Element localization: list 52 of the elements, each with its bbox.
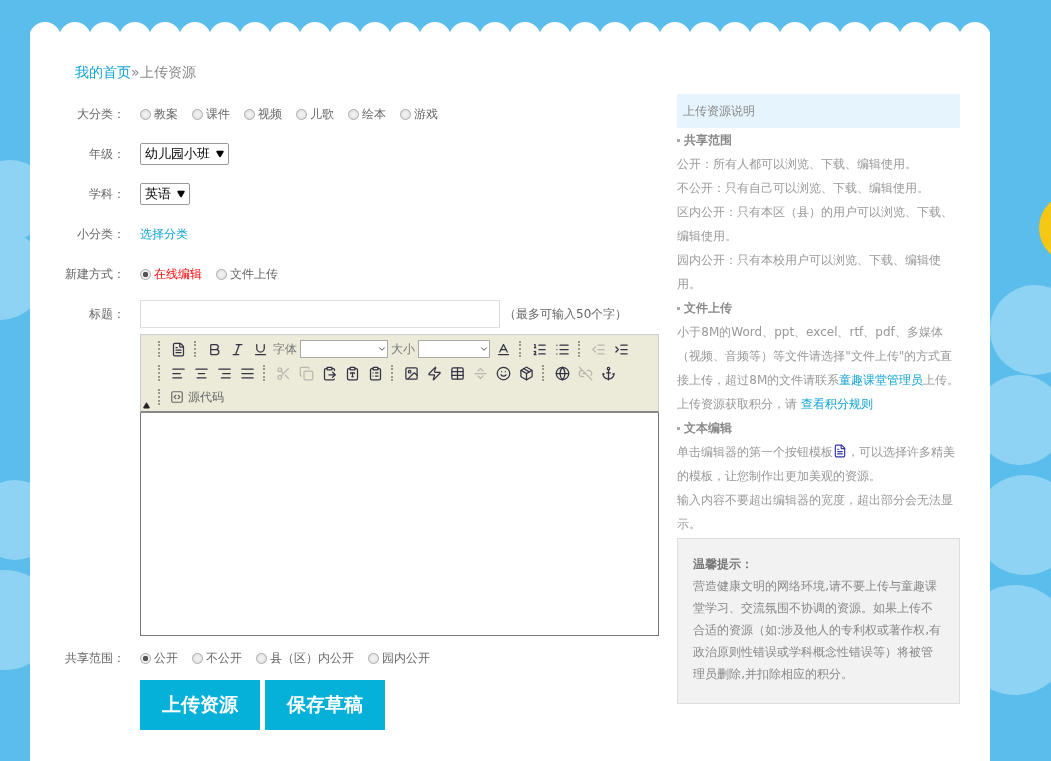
section-heading: 文件上传: [684, 301, 733, 315]
info-text: 区内公开：只有本区（县）的用户可以浏览、下载、编辑使用。: [677, 204, 955, 245]
caret-icon: [377, 344, 387, 354]
radio-option[interactable]: 不公开: [192, 649, 242, 667]
radio-option[interactable]: 公开: [140, 649, 178, 667]
caret-icon: [216, 150, 224, 158]
template-icon: [833, 444, 848, 458]
radio-option[interactable]: 儿歌: [296, 105, 334, 123]
radio-option[interactable]: 绘本: [348, 105, 386, 123]
radio-option[interactable]: 课件: [192, 105, 230, 123]
title-hint: （最多可输入50个字）: [504, 305, 628, 323]
radio-option[interactable]: 视频: [244, 105, 282, 123]
info-text: 单击编辑器的第一个按钮模板 ，可以选择许多精美的模板，让您制作出更加美观的资源。: [677, 443, 957, 485]
tip-text: 营造健康文明的网络环境,请不要上传与童趣课堂学习、交流氛围不协调的资源。如果上传不合适的资源（如:涉及他人的专利权或著作权,有政治原则性错误或学科概念性错误等）将被管理员删除,并扣除相应的积分。: [693, 578, 943, 683]
info-text: 园内公开：只有本校用户可以浏览、下载、编辑使用。: [677, 252, 943, 293]
field-label: 年级：: [88, 145, 126, 163]
radio-option[interactable]: 教案: [140, 105, 178, 123]
size-label: 大小: [391, 340, 415, 358]
bullet-icon: [677, 307, 681, 310]
info-text: 小于8M的Word、ppt、excel、rtf、pdf、多媒体（视频、音频等）等文件请选择"文件上传"的方式直接上传，超过8M的文件请联系童趣课堂管理员上传。: [677, 324, 960, 389]
info-text: 输入内容不要超出编辑器的宽度，超出部分会无法显示。: [677, 492, 955, 533]
caret-icon: [479, 344, 489, 354]
field-label: 标题：: [88, 305, 126, 323]
bullet-icon: [677, 427, 681, 430]
radio-option[interactable]: 文件上传: [216, 265, 278, 283]
radio-option[interactable]: 游戏: [400, 105, 438, 123]
field-label: 学科：: [88, 185, 126, 203]
info-text: 公开：所有人都可以浏览、下载、编辑使用。: [677, 156, 919, 173]
collapse-icon[interactable]: [143, 402, 150, 409]
source-code-button[interactable]: 源代码: [168, 388, 226, 406]
bullet-icon: [677, 139, 681, 142]
field-label: 小分类：: [76, 225, 126, 243]
grade-select[interactable]: 幼儿园小班: [140, 143, 229, 165]
radio-option[interactable]: 在线编辑: [140, 265, 202, 283]
info-text: 不公开：只有自己可以浏览、下载、编辑使用。: [677, 180, 931, 197]
breadcrumb-current: 上传资源: [139, 64, 196, 82]
subject-select[interactable]: 英语: [140, 183, 190, 205]
info-text: 上传资源获取积分，请 查看积分规则: [677, 396, 875, 413]
field-label: 新建方式：: [64, 265, 126, 283]
breadcrumb-separator: »: [131, 64, 140, 82]
code-icon: [170, 390, 184, 404]
field-label: 大分类：: [76, 105, 126, 123]
font-label: 字体: [273, 340, 297, 358]
section-heading: 共享范围: [684, 133, 733, 147]
radio-option[interactable]: 园内公开: [368, 649, 430, 667]
title-input[interactable]: [140, 300, 500, 328]
section-heading: 文本编辑: [684, 421, 733, 435]
field-label: 共享范围：: [64, 649, 126, 667]
radio-option[interactable]: 县（区）内公开: [256, 649, 354, 667]
sidebar-title: 上传资源说明: [677, 94, 960, 128]
caret-icon: [177, 190, 185, 198]
tip-title: 温馨提示：: [693, 556, 755, 573]
